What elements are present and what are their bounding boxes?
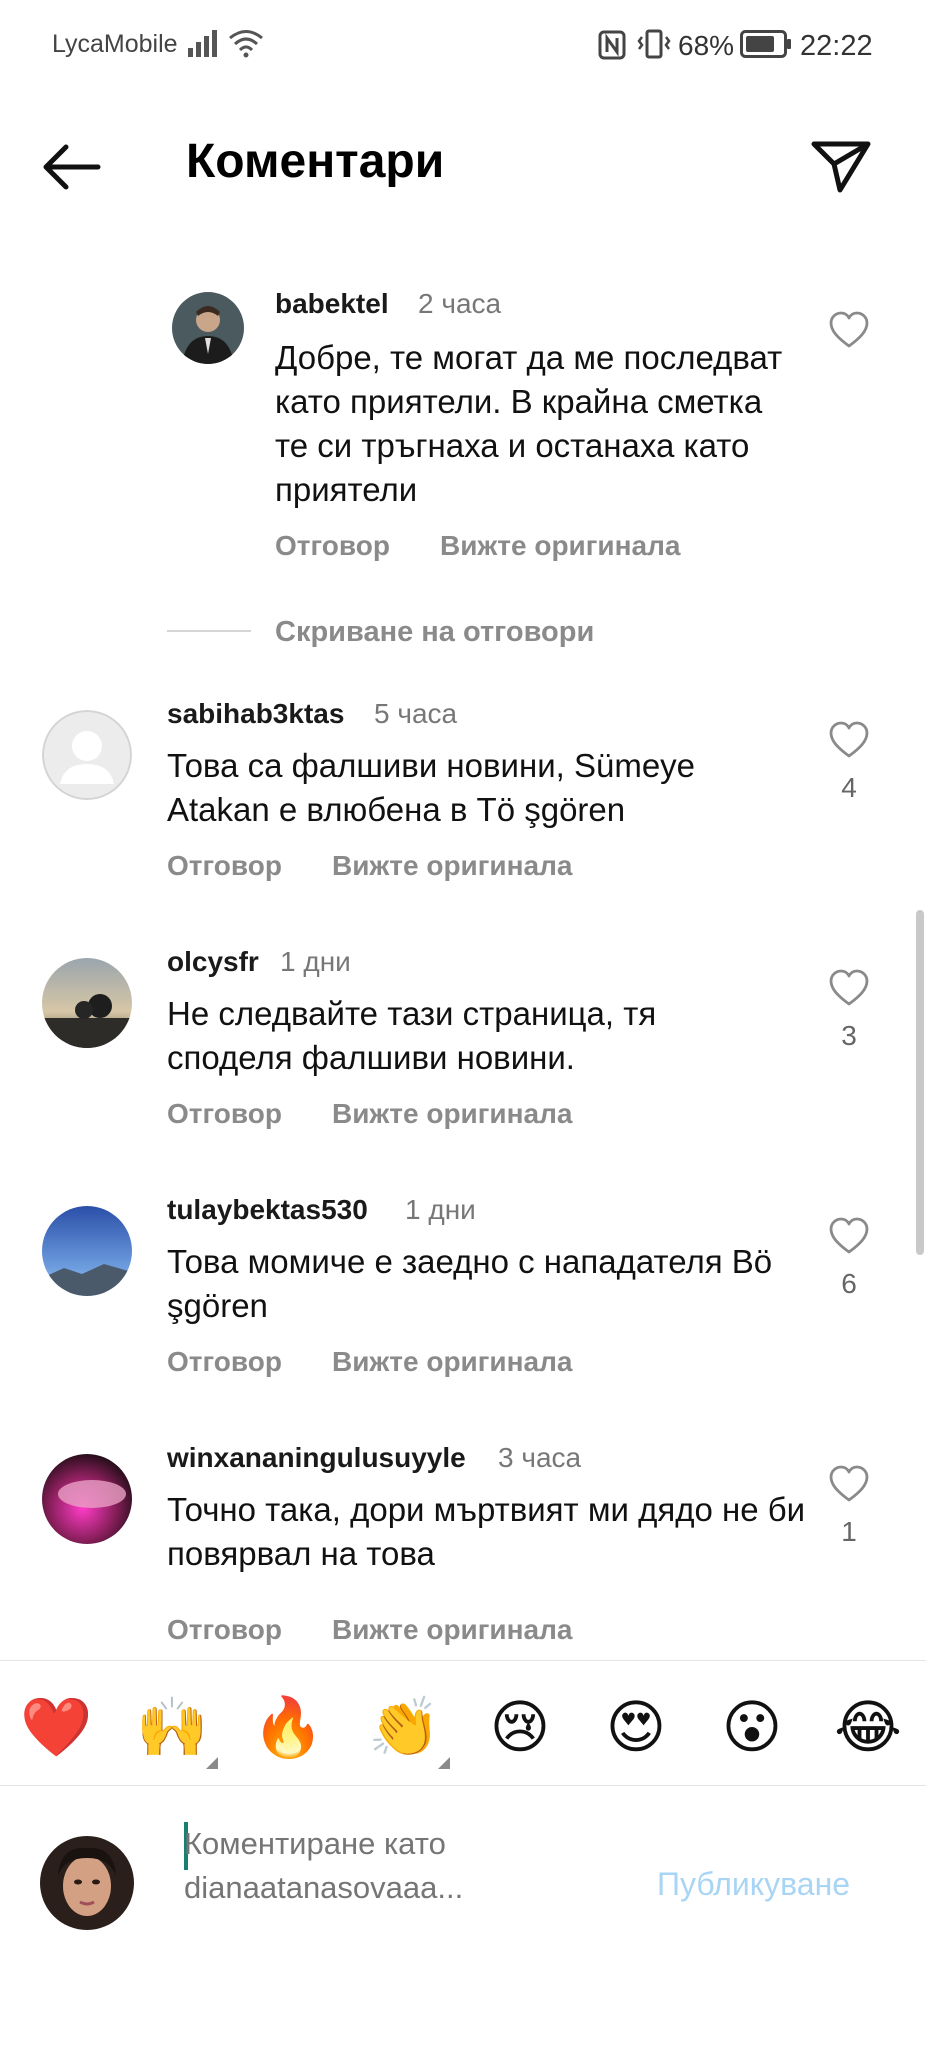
comment-text: Това момиче е заедно с нападателя Bö şgö… [167,1243,773,1324]
reply-button[interactable]: Отговор [167,1098,282,1130]
like-button[interactable] [828,968,870,1008]
header: Коментари [0,100,926,230]
reply-button[interactable]: Отговор [275,530,390,562]
see-original-button[interactable]: Вижте оригинала [440,530,681,562]
avatar[interactable] [42,710,132,800]
comment-time: 3 часа [498,1442,582,1473]
more-variants-indicator [438,1757,450,1769]
emoji-heart[interactable]: ❤️ [20,1691,92,1763]
avatar[interactable] [42,958,132,1048]
like-button[interactable] [828,720,870,760]
nfc-icon [598,30,626,65]
see-original-button[interactable]: Вижте оригинала [332,850,573,882]
heart-icon [829,969,869,1006]
reaction-bar: ❤️ 🙌 🔥 👏 😢 😍 😮 😂 [0,1660,926,1786]
arrow-left-icon [43,144,101,190]
comment-time: 1 дни [280,946,351,977]
like-count: 3 [841,1020,857,1051]
divider [167,630,251,632]
more-variants-indicator [206,1757,218,1769]
comment-username[interactable]: olcysfr [167,946,259,978]
comment-input[interactable] [184,1822,644,1914]
avatar[interactable] [42,1206,132,1296]
emoji-crying-face[interactable]: 😢 [484,1691,556,1763]
heart-icon [829,1217,869,1254]
like-count: 6 [841,1268,857,1299]
comment-time: 1 дни [405,1194,476,1225]
see-original-button[interactable]: Вижте оригинала [332,1346,573,1378]
comment-composer: Публикуване [0,1786,926,2048]
like-button[interactable] [828,310,870,350]
emoji-clapping-hands[interactable]: 👏 [368,1691,440,1763]
share-button[interactable] [810,134,872,196]
like-count: 1 [841,1516,857,1547]
avatar [40,1836,134,1930]
emoji-heart-eyes[interactable]: 😍 [600,1691,672,1763]
emoji-fire[interactable]: 🔥 [252,1691,324,1763]
battery-percent: 68% [678,30,735,61]
avatar[interactable] [42,1454,132,1544]
back-button[interactable] [40,142,102,192]
like-button[interactable] [828,1216,870,1256]
vibrate-icon [636,29,672,64]
signal-icon [188,28,220,63]
comment-text: Точно така, дори мъртвият ми дядо не би … [167,1491,806,1572]
comment-text: Не следвайте тази страница, тя споделя ф… [167,995,657,1076]
reply-button[interactable]: Отговор [167,1614,282,1646]
comment-username[interactable]: babektel [275,288,389,320]
page-title: Коментари [186,135,445,188]
comment-time: 5 часа [374,698,458,729]
scrollbar[interactable] [916,910,924,1255]
hide-replies-button[interactable]: Скриване на отговори [275,616,594,649]
like-count: 4 [841,772,857,803]
heart-icon [829,1465,869,1502]
clock: 22:22 [800,30,873,62]
comment-username[interactable]: winxananingulusuyyle [167,1442,466,1474]
comment-time: 2 часа [418,288,502,319]
heart-icon [829,721,869,758]
avatar[interactable] [172,292,244,364]
post-button[interactable]: Публикуване [657,1866,850,1903]
reply-button[interactable]: Отговор [167,850,282,882]
carrier-label: LycaMobile [52,30,178,58]
emoji-surprised-face[interactable]: 😮 [716,1691,788,1763]
comment-username[interactable]: sabihab3ktas [167,698,344,730]
emoji-tears-of-joy[interactable]: 😂 [832,1691,904,1763]
comment-text: Това са фалшиви новини, Sümeye Atakan е … [167,747,696,828]
like-button[interactable] [828,1464,870,1504]
comment-username[interactable]: tulaybektas530 [167,1194,368,1226]
battery-icon [740,30,792,63]
status-bar: LycaMobile 68% 22:22 [0,0,926,92]
emoji-raising-hands[interactable]: 🙌 [136,1691,208,1763]
see-original-button[interactable]: Вижте оригинала [332,1098,573,1130]
heart-icon [829,311,869,348]
comment-text: Добре, те могат да ме последват като при… [275,339,783,508]
wifi-icon [228,28,264,63]
reply-button[interactable]: Отговор [167,1346,282,1378]
see-original-button[interactable]: Вижте оригинала [332,1614,573,1646]
send-icon [811,141,871,193]
